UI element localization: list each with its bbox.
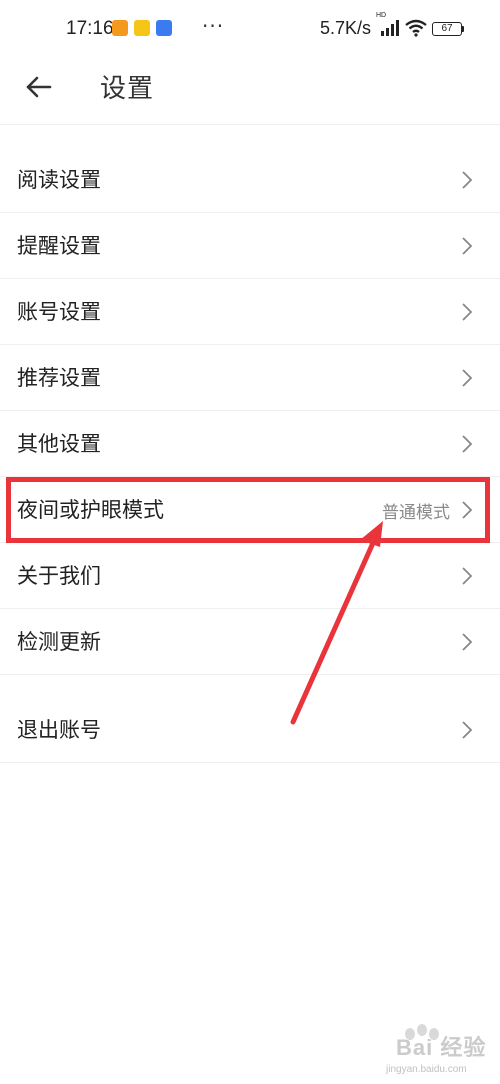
watermark-url: jingyan.baidu.com [386, 1064, 467, 1075]
page-title: 设置 [100, 74, 155, 104]
more-notifications-icon: ··· [202, 14, 225, 38]
chevron-right-icon [462, 171, 473, 189]
setting-label: 关于我们 [17, 564, 101, 588]
chevron-right-icon [462, 501, 473, 519]
setting-label: 其他设置 [17, 432, 101, 456]
logout-item[interactable]: 退出账号 [0, 697, 500, 763]
setting-label: 夜间或护眼模式 [17, 498, 164, 522]
setting-item-account[interactable]: 账号设置 [0, 279, 500, 345]
setting-item-reading[interactable]: 阅读设置 [0, 147, 500, 213]
battery-icon: 67 [432, 22, 462, 36]
app-header: 设置 [0, 60, 500, 124]
chevron-right-icon [462, 633, 473, 651]
watermark-text: Bai 经验 [396, 1035, 487, 1060]
setting-item-about[interactable]: 关于我们 [0, 543, 500, 609]
setting-item-other[interactable]: 其他设置 [0, 411, 500, 477]
setting-label: 阅读设置 [17, 168, 101, 192]
chevron-right-icon [462, 369, 473, 387]
setting-label: 提醒设置 [17, 234, 101, 258]
hd-label: HD [376, 12, 387, 19]
back-arrow-icon[interactable] [22, 70, 56, 104]
setting-item-update[interactable]: 检测更新 [0, 609, 500, 675]
chevron-right-icon [462, 435, 473, 453]
setting-item-night-mode[interactable]: 夜间或护眼模式 普通模式 [0, 477, 500, 543]
notification-app-icon-2 [134, 20, 150, 36]
settings-list: 阅读设置 提醒设置 账号设置 推荐设置 其他设置 夜间或护眼模式 普通模式 关于… [0, 147, 500, 763]
setting-label: 推荐设置 [17, 366, 101, 390]
setting-label: 检测更新 [17, 630, 101, 654]
network-speed: 5.7K/s [320, 18, 372, 38]
chevron-right-icon [462, 303, 473, 321]
chevron-right-icon [462, 721, 473, 739]
logout-label: 退出账号 [17, 718, 101, 742]
signal-icon [381, 20, 399, 36]
battery-tip [462, 26, 464, 32]
chevron-right-icon [462, 567, 473, 585]
setting-item-recommend[interactable]: 推荐设置 [0, 345, 500, 411]
setting-item-reminder[interactable]: 提醒设置 [0, 213, 500, 279]
chevron-right-icon [462, 237, 473, 255]
wifi-icon [405, 19, 427, 37]
setting-label: 账号设置 [17, 300, 101, 324]
notification-app-icon-1 [112, 20, 128, 36]
notification-app-icon-3 [156, 20, 172, 36]
setting-value: 普通模式 [382, 503, 450, 523]
status-bar: 17:16 ··· 5.7K/s HD 67 [0, 0, 500, 60]
status-time: 17:16 [66, 18, 114, 39]
header-divider [0, 124, 500, 125]
